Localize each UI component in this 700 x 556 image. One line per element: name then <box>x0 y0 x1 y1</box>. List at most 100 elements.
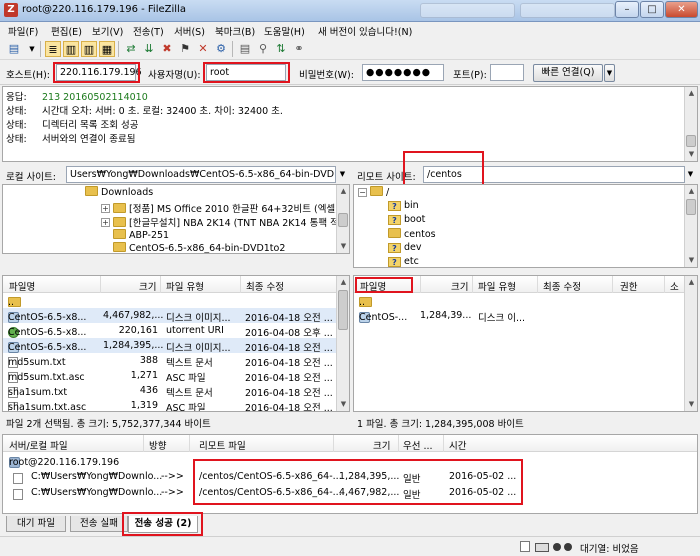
tree-item[interactable]: ? boot <box>388 214 425 225</box>
column-header[interactable]: 시간 <box>449 438 466 452</box>
column-header[interactable]: 최종 수정 <box>543 279 581 293</box>
toggle-log-icon[interactable]: ≣ <box>45 41 61 57</box>
file-row[interactable]: sha1sum.txt 436 텍스트 문서 2016-04-18 오전 ... <box>3 383 337 399</box>
file-row[interactable]: md5sum.txt.asc 1,271 ASC 파일 2016-04-18 오… <box>3 368 337 384</box>
local-list-scrollbar[interactable]: ▲ ▼ <box>336 276 349 411</box>
scroll-thumb[interactable] <box>686 199 696 215</box>
scroll-up-icon[interactable]: ▲ <box>686 88 697 99</box>
column-header[interactable]: 리모트 파일 <box>199 438 246 452</box>
refresh-icon[interactable]: ⇄ <box>123 41 139 57</box>
find-icon[interactable]: ⚭ <box>291 41 307 57</box>
expand-icon[interactable]: + <box>101 218 110 227</box>
column-header[interactable]: 크기 <box>451 279 468 293</box>
expand-icon[interactable]: + <box>101 204 110 213</box>
column-header[interactable]: 파일 유형 <box>478 279 516 293</box>
scroll-thumb[interactable] <box>686 135 696 147</box>
tree-item[interactable]: centos <box>388 228 436 240</box>
remote-tree-scrollbar[interactable]: ▲ ▼ <box>684 185 697 267</box>
scroll-up-icon[interactable]: ▲ <box>338 277 349 288</box>
column-header[interactable]: 파일명 <box>9 279 35 293</box>
column-header[interactable]: 크기 <box>139 279 156 293</box>
site-manager-icon[interactable]: ▤ <box>6 41 22 57</box>
remote-path-input[interactable]: /centos <box>423 166 685 183</box>
tab-queued-files[interactable]: 대기 파일 <box>6 516 66 532</box>
local-path-dropdown[interactable]: ▼ <box>336 166 349 183</box>
menu-transfer[interactable]: 전송(T) <box>133 24 164 38</box>
scroll-up-icon[interactable]: ▲ <box>686 186 697 197</box>
toggle-queue-icon[interactable]: ▦ <box>99 41 115 57</box>
column-header[interactable]: 서버/로컬 파일 <box>9 438 68 452</box>
dropdown-arrow-icon[interactable]: ▼ <box>24 41 40 57</box>
maximize-button[interactable]: □ <box>640 1 664 18</box>
menu-new-version[interactable]: 새 버전이 있습니다!(N) <box>318 24 412 38</box>
quickconnect-button[interactable]: 빠른 연결(Q) <box>533 64 603 82</box>
menu-help[interactable]: 도움말(H) <box>264 24 305 38</box>
port-input[interactable] <box>490 64 524 81</box>
scroll-up-icon[interactable]: ▲ <box>686 277 697 288</box>
column-header[interactable]: 방향 <box>149 438 166 452</box>
scroll-down-icon[interactable]: ▼ <box>686 399 697 410</box>
column-header[interactable]: 소 <box>670 279 679 293</box>
scroll-up-icon[interactable]: ▲ <box>338 186 349 197</box>
file-row[interactable]: md5sum.txt 388 텍스트 문서 2016-04-18 오전 ... <box>3 353 337 369</box>
scroll-down-icon[interactable]: ▼ <box>686 149 697 160</box>
host-input[interactable]: 220.116.179.196 <box>56 64 142 81</box>
local-tree-scrollbar[interactable]: ▲ ▼ <box>336 185 349 253</box>
file-row[interactable]: .. <box>354 293 686 308</box>
stop-icon[interactable]: ✕ <box>195 41 211 57</box>
log-scrollbar[interactable]: ▲ ▼ <box>684 87 697 161</box>
tree-item[interactable]: ? etc <box>388 256 419 267</box>
tab-successful-transfers[interactable]: 전송 성공 (2) <box>128 516 198 533</box>
process-queue-icon[interactable]: ⇊ <box>141 41 157 57</box>
column-header[interactable]: 우선 ... <box>403 438 433 452</box>
file-row[interactable]: CentOS-6.5-x8... 220,161 utorrent URI 20… <box>3 323 337 339</box>
menu-edit[interactable]: 편집(E) <box>51 24 82 38</box>
reconnect-icon[interactable]: ⚙ <box>213 41 229 57</box>
queue-server-row[interactable]: root@220.116.179.196 <box>3 453 697 468</box>
file-row[interactable]: .. <box>3 293 337 308</box>
tab-failed-transfers[interactable]: 전송 실패 <box>70 516 128 532</box>
username-input[interactable]: root <box>206 64 286 81</box>
scroll-down-icon[interactable]: ▼ <box>686 255 697 266</box>
minimize-button[interactable]: – <box>615 1 639 18</box>
tree-item[interactable]: / <box>370 186 389 198</box>
disconnect-icon[interactable]: ⚑ <box>177 41 193 57</box>
queue-item[interactable]: C:₩Users₩Yong₩Downlo... -->> /centos/Cen… <box>3 469 697 485</box>
tree-item[interactable]: [한글무설치] NBA 2K14 (TNT NBA 2K14 통팩 적 <box>113 215 339 229</box>
scroll-down-icon[interactable]: ▼ <box>338 241 349 252</box>
menu-view[interactable]: 보기(V) <box>92 24 123 38</box>
queue-item[interactable]: C:₩Users₩Yong₩Downlo... -->> /centos/Cen… <box>3 485 697 501</box>
filter-icon[interactable]: ▤ <box>237 41 253 57</box>
remote-path-dropdown[interactable]: ▼ <box>684 166 697 183</box>
password-input[interactable]: ●●●●●●● <box>362 64 444 81</box>
file-row[interactable]: CentOS-6.5-x8... 4,467,982,... 디스크 이미지..… <box>3 308 337 324</box>
cancel-icon[interactable]: ✖ <box>159 41 175 57</box>
scroll-thumb[interactable] <box>338 213 348 227</box>
close-button[interactable]: ✕ <box>665 1 698 18</box>
collapse-icon[interactable]: − <box>358 188 367 197</box>
menu-bookmarks[interactable]: 북마크(B) <box>215 24 255 38</box>
tree-item[interactable]: CentOS-6.5-x86_64-bin-DVD1to2 <box>113 242 285 253</box>
tree-item[interactable]: ? bin <box>388 200 419 211</box>
sync-browse-icon[interactable]: ⇅ <box>273 41 289 57</box>
column-header[interactable]: 파일 유형 <box>166 279 204 293</box>
column-header[interactable]: 크기 <box>373 438 390 452</box>
quickconnect-history-dropdown[interactable]: ▼ <box>604 64 615 82</box>
column-header[interactable]: 권한 <box>620 279 637 293</box>
column-header[interactable]: 파일명 <box>360 279 386 293</box>
menu-server[interactable]: 서버(S) <box>174 24 205 38</box>
file-row[interactable]: CentOS-6.5-x8... 1,284,395,... 디스크 이미지..… <box>3 338 337 354</box>
toggle-remote-tree-icon[interactable]: ▥ <box>81 41 97 57</box>
toggle-local-tree-icon[interactable]: ▥ <box>63 41 79 57</box>
compare-icon[interactable]: ⚲ <box>255 41 271 57</box>
menu-file[interactable]: 파일(F) <box>8 24 38 38</box>
column-header[interactable]: 최종 수정 <box>246 279 284 293</box>
tree-item[interactable]: ABP-251 <box>113 229 169 241</box>
file-row[interactable]: sha1sum.txt.asc 1,319 ASC 파일 2016-04-18 … <box>3 398 337 411</box>
scroll-down-icon[interactable]: ▼ <box>338 399 349 410</box>
tree-item[interactable]: ? dev <box>388 242 422 253</box>
remote-list-scrollbar[interactable]: ▲ ▼ <box>684 276 697 411</box>
tree-item[interactable]: [정품] MS Office 2010 한글판 64+32비트 (엑셀, <box>113 201 338 215</box>
tree-item[interactable]: Downloads <box>85 186 153 198</box>
scroll-thumb[interactable] <box>338 290 348 330</box>
